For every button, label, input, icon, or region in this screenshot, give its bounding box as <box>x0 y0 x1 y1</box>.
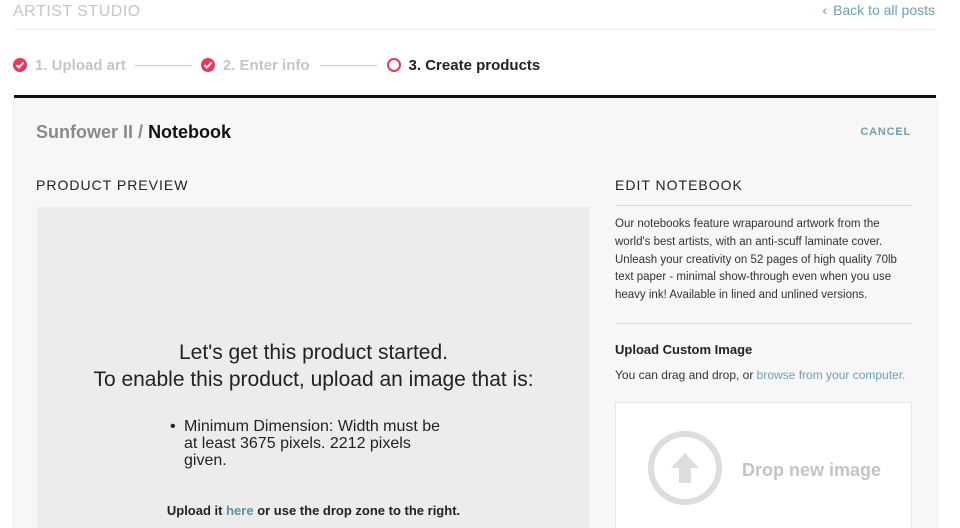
cancel-button[interactable]: CANCEL <box>860 126 911 138</box>
header-divider <box>13 29 936 30</box>
upload-custom-image-title: Upload Custom Image <box>615 342 753 357</box>
breadcrumb-artwork: Sunfower II <box>36 122 134 142</box>
upload-arrow-icon <box>648 431 722 505</box>
upload-note-suffix: or use the drop zone to the right. <box>257 503 461 518</box>
step-connector <box>134 64 192 66</box>
breadcrumb: Sunfower II / Notebook <box>36 122 231 143</box>
prompt-line-2: To enable this product, upload an image … <box>93 368 534 391</box>
ring-icon <box>386 58 401 72</box>
edit-title-divider <box>615 205 912 206</box>
step-label: 2. Enter info <box>222 56 310 74</box>
upload-note: Upload it here or use the drop zone to t… <box>37 503 590 518</box>
progress-steps: 1. Upload art 2. Enter info 3. Create pr… <box>13 55 540 75</box>
product-preview-title: PRODUCT PREVIEW <box>36 177 189 193</box>
product-editor-panel: Sunfower II / Notebook CANCEL PRODUCT PR… <box>14 98 936 528</box>
browse-computer-link[interactable]: browse from your computer. <box>757 368 906 382</box>
step-label: 1. Upload art <box>35 56 126 74</box>
back-to-posts-link[interactable]: ‹ Back to all posts <box>822 2 935 18</box>
product-preview-area: Let's get this product started. To enabl… <box>37 207 590 528</box>
custom-help-prefix: You can drag and drop, or <box>615 368 754 382</box>
upload-note-prefix: Upload it <box>166 503 223 518</box>
product-description: Our notebooks feature wraparound artwork… <box>615 218 897 302</box>
image-drop-zone[interactable]: Drop new image <box>615 402 912 528</box>
back-link-label: Back to all posts <box>833 2 935 18</box>
prompt-line-1: Let's get this product started. <box>179 341 448 364</box>
check-circle-icon <box>200 58 215 72</box>
upload-custom-help: You can drag and drop, or browse from yo… <box>615 368 912 382</box>
edit-notebook-title: EDIT NOTEBOOK <box>615 177 743 193</box>
breadcrumb-separator: / <box>138 122 144 142</box>
step-label: 3. Create products <box>408 56 541 74</box>
step-connector <box>319 64 377 66</box>
preview-prompt: Let's get this product started. To enabl… <box>37 339 590 393</box>
step-enter-info[interactable]: 2. Enter info <box>200 56 310 74</box>
step-create-products: 3. Create products <box>386 56 541 74</box>
drop-zone-label: Drop new image <box>742 460 882 480</box>
brand-logo: ARTIST STUDIO <box>13 3 141 20</box>
upload-here-link[interactable]: here <box>226 503 253 518</box>
description-divider <box>615 323 912 324</box>
breadcrumb-product: Notebook <box>148 122 232 142</box>
check-circle-icon <box>13 58 27 72</box>
requirement-item: Minimum Dimension: Width must be at leas… <box>170 418 450 469</box>
requirements-list: Minimum Dimension: Width must be at leas… <box>170 418 450 469</box>
chevron-left-icon: ‹ <box>822 2 828 18</box>
step-upload-art[interactable]: 1. Upload art <box>13 57 126 74</box>
